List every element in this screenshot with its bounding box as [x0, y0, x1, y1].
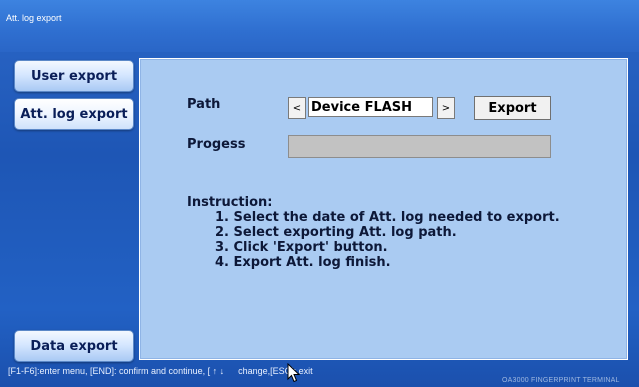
key-hint-text-end: change,[ESC]: exit	[238, 366, 313, 376]
path-value: Device FLASH	[308, 97, 433, 117]
path-prev-button[interactable]: <	[288, 97, 306, 119]
instruction-title: Instruction:	[187, 195, 273, 210]
progress-label: Progess	[187, 137, 246, 152]
title-bar: Att. log export	[0, 0, 639, 52]
path-selector[interactable]: < Device FLASH >	[288, 97, 461, 119]
progress-bar	[288, 135, 551, 158]
window-title: Att. log export	[6, 13, 62, 23]
brand-label: OA3000 FINGERPRINT TERMINAL	[502, 377, 620, 384]
mouse-pointer-icon	[287, 363, 301, 383]
key-hint-bar: [F1-F6]:enter menu, [END]: confirm and c…	[8, 366, 313, 376]
user-export-button[interactable]: User export	[14, 60, 134, 92]
export-panel: Path < Device FLASH > Export Progess Ins…	[139, 58, 628, 360]
chevron-right-icon: >	[441, 102, 451, 114]
att-log-export-button[interactable]: Att. log export	[14, 98, 134, 130]
instruction-step: 2. Select exporting Att. log path.	[215, 225, 457, 240]
terminal-screen: Att. log export User export Att. log exp…	[0, 0, 639, 387]
path-next-button[interactable]: >	[437, 97, 455, 119]
path-label: Path	[187, 97, 221, 112]
export-button[interactable]: Export	[474, 96, 551, 120]
key-hint-text: [F1-F6]:enter menu, [END]: confirm and c…	[8, 366, 225, 376]
instruction-step: 1. Select the date of Att. log needed to…	[215, 210, 560, 225]
chevron-left-icon: <	[292, 102, 302, 114]
instruction-step: 4. Export Att. log finish.	[215, 255, 391, 270]
data-export-button[interactable]: Data export	[14, 330, 134, 362]
instruction-step: 3. Click 'Export' button.	[215, 240, 388, 255]
